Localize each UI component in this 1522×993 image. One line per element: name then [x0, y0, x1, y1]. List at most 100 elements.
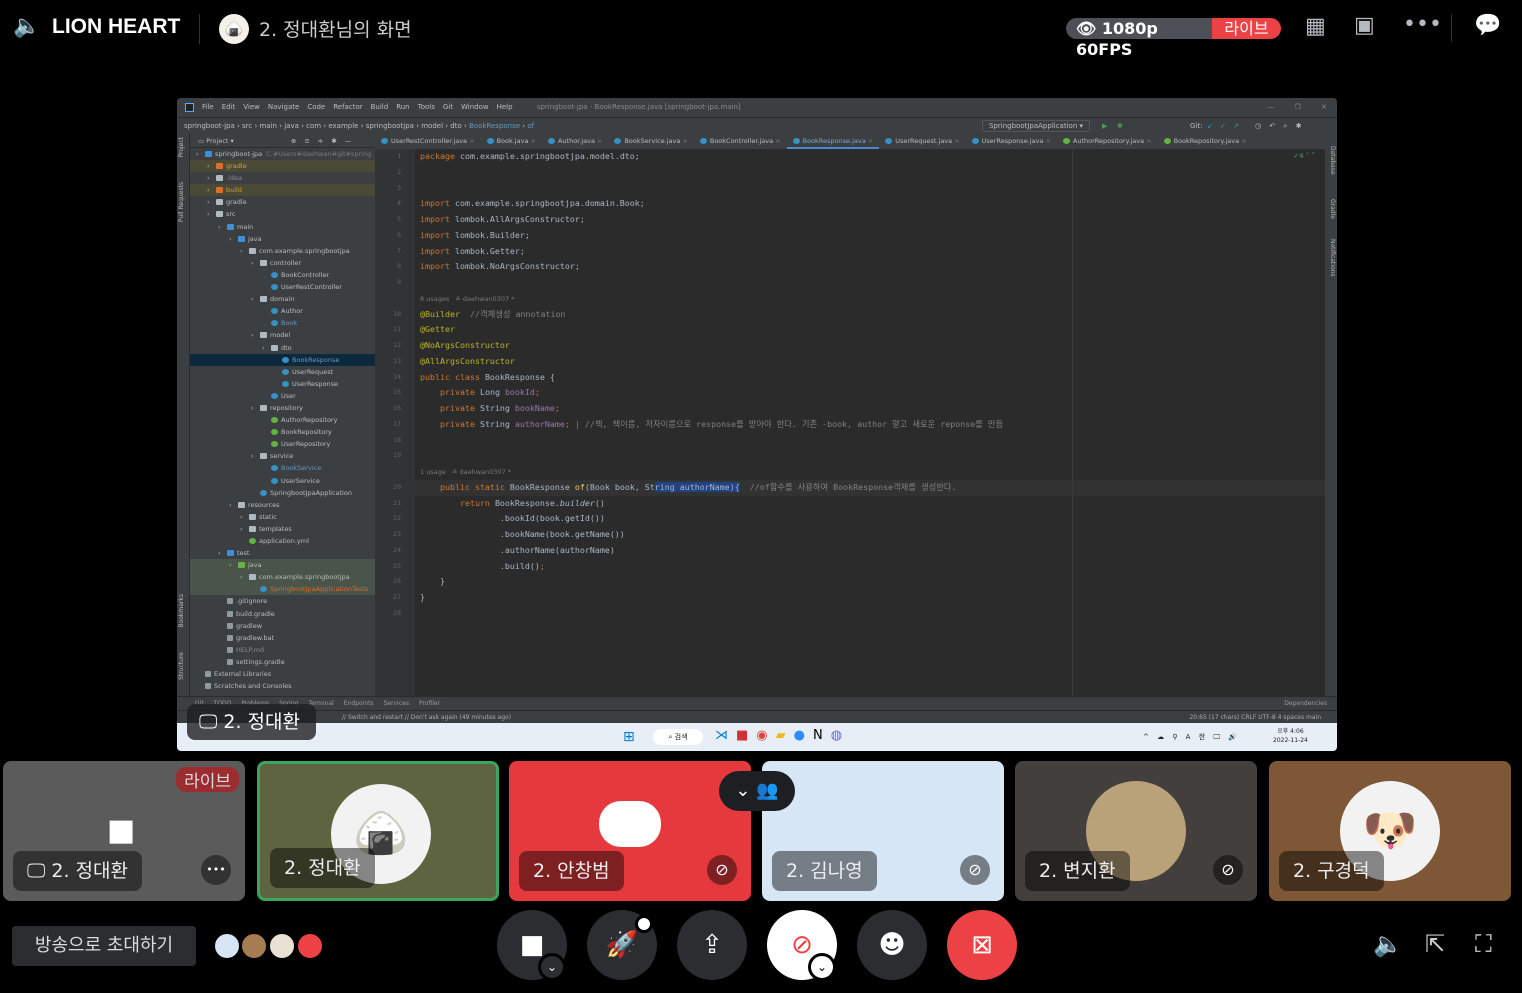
tree-item[interactable]: › repository	[190, 402, 375, 414]
chevron-icon[interactable]: ›	[218, 221, 223, 233]
tree-item[interactable]: › .idea	[190, 172, 375, 184]
tree-item[interactable]: BookController	[190, 269, 375, 281]
chevron-icon[interactable]: ›	[251, 293, 256, 305]
stop-stream-button[interactable]: ⊠	[947, 910, 1017, 980]
participant-tile[interactable]: 2. 변지환 ⊘	[1015, 761, 1257, 901]
side-tab-bookmarks[interactable]: Bookmarks	[178, 594, 188, 628]
menu-item[interactable]: Build	[371, 103, 389, 111]
tree-item[interactable]: External Libraries	[190, 668, 375, 680]
project-header[interactable]: ▭ Project ▾ ⊕ ≡ ≑ ✱ —	[190, 134, 375, 148]
tree-item[interactable]: › test	[190, 547, 375, 559]
tree-item[interactable]: UserResponse	[190, 378, 375, 390]
close-icon[interactable]: ×	[680, 137, 687, 145]
tab-bookservice[interactable]: BookService.java ×	[608, 134, 693, 149]
tree-item[interactable]: › src	[190, 208, 375, 220]
debug-icon[interactable]: ✱	[1117, 118, 1123, 134]
taskbar-apps[interactable]: ⋊■◉▰●N◍	[715, 728, 850, 743]
tree-item[interactable]: › java	[190, 233, 375, 245]
tree-item[interactable]: › springboot-jpa C:#Users#daehwan#git#spri…	[190, 148, 375, 160]
git-actions[interactable]: ↙ ✓ ↗	[1207, 118, 1239, 134]
tool-window-endpoints[interactable]: Endpoints	[344, 700, 374, 707]
volume-icon[interactable]: 🔈	[1373, 930, 1403, 958]
tree-item[interactable]: build.gradle	[190, 608, 375, 620]
tree-item[interactable]: › com.example.springbootjpa	[190, 245, 375, 257]
notion-icon[interactable]: N	[813, 728, 831, 743]
tab-bookrepository[interactable]: BookRepository.java ×	[1158, 134, 1253, 149]
tree-item[interactable]: › service	[190, 450, 375, 462]
tree-item[interactable]: › java	[190, 559, 375, 572]
chat-icon[interactable]: 💬	[1474, 13, 1501, 38]
more-button[interactable]: •••	[201, 855, 231, 885]
chevron-icon[interactable]: ›	[240, 511, 245, 523]
window-controls[interactable]: — ❐ ✕	[1267, 98, 1327, 117]
breadcrumb-item[interactable]: example	[328, 122, 358, 130]
tab-userrequest[interactable]: UserRequest.java ×	[879, 134, 965, 149]
chevron-icon[interactable]: ›	[196, 148, 201, 160]
close-icon[interactable]: ×	[952, 137, 959, 145]
tree-item[interactable]: › com.example.springbootjpa	[190, 571, 375, 584]
tab-book[interactable]: Book.java ×	[481, 134, 542, 149]
breadcrumb-item[interactable]: BookResponse	[469, 122, 520, 130]
share-screen-button[interactable]: ⇪	[677, 910, 747, 980]
taskbar-search[interactable]: ⌕ 검색	[653, 729, 703, 745]
popout-icon[interactable]: ⇱	[1425, 930, 1445, 958]
chevron-icon[interactable]: ›	[240, 571, 245, 583]
tree-item[interactable]: › controller	[190, 257, 375, 269]
participant-tile[interactable]: 2. 안창범 ⊘	[509, 761, 751, 901]
camera-options-button[interactable]: ⌄	[538, 953, 566, 981]
tree-item[interactable]: BookResponse	[190, 353, 375, 366]
tab-bookresponse[interactable]: BookResponse.java ×	[786, 134, 880, 149]
tree-item[interactable]: UserRequest	[190, 366, 375, 378]
tree-item[interactable]: › domain	[190, 293, 375, 305]
tab-authorrepository[interactable]: AuthorRepository.java ×	[1057, 134, 1158, 149]
breadcrumb-item[interactable]: springbootjpa	[366, 122, 414, 130]
participant-tile[interactable]: 2. 김나영 ⊘	[762, 761, 1004, 901]
participant-tile[interactable]: 🍙 2. 정대환	[257, 761, 499, 901]
chevron-icon[interactable]: ›	[240, 523, 245, 535]
right-tool-strip[interactable]: Database Gradle Notifications	[1325, 134, 1337, 696]
stream-view[interactable]: File Edit View Navigate Code Refactor Build Run…	[177, 98, 1337, 751]
grid-icon[interactable]: ▦	[1305, 14, 1326, 39]
run-config-select[interactable]: SpringbootJpaApplication ▾	[982, 120, 1091, 132]
chevron-icon[interactable]: ›	[207, 208, 212, 220]
chevron-icon[interactable]: ›	[218, 547, 223, 559]
breadcrumb-item[interactable]: com	[306, 122, 321, 130]
close-icon[interactable]: ×	[595, 137, 602, 145]
tree-item[interactable]: BookRepository	[190, 426, 375, 438]
code-editor[interactable]: ✓4 ˄ ˅ package com.example.springbootjpa…	[415, 149, 1325, 696]
menu-item[interactable]: Navigate	[268, 103, 299, 111]
tree-item[interactable]: › build	[190, 184, 375, 197]
inbox-icon[interactable]: ▣	[1354, 13, 1375, 38]
close-icon[interactable]: ×	[467, 137, 474, 145]
side-tab-gradle[interactable]: Gradle	[1326, 199, 1336, 219]
tree-item[interactable]: gradlew	[190, 620, 375, 632]
tree-item[interactable]: Author	[190, 305, 375, 317]
tab-bookcontroller[interactable]: BookController.java ×	[694, 134, 787, 149]
menu-item[interactable]: Git	[443, 103, 453, 111]
chevron-icon[interactable]: ›	[251, 450, 256, 462]
chevron-icon[interactable]: ›	[251, 402, 256, 414]
tree-item[interactable]: SpringbootJpaApplication	[190, 487, 375, 499]
menu-item[interactable]: Tools	[418, 103, 435, 111]
inspection-widget[interactable]: ✓4 ˄ ˅	[1293, 152, 1315, 160]
chrome-icon[interactable]: ◉	[756, 728, 775, 743]
menu-item[interactable]: Edit	[222, 103, 236, 111]
tree-item[interactable]: › resources	[190, 499, 375, 511]
windows-start-icon[interactable]: ⊞	[623, 729, 635, 745]
chevron-icon[interactable]: ›	[251, 257, 256, 269]
menu-item[interactable]: Window	[461, 103, 489, 111]
side-tab-structure[interactable]: Structure	[178, 652, 188, 680]
chevron-icon[interactable]: ›	[229, 559, 234, 571]
tab-userresponse[interactable]: UserResponse.java ×	[966, 134, 1057, 149]
menu-item[interactable]: Run	[396, 103, 409, 111]
tree-item[interactable]: gradlew.bat	[190, 632, 375, 644]
breadcrumb-item[interactable]: model	[421, 122, 443, 130]
menu-item[interactable]: Refactor	[333, 103, 362, 111]
side-tab-pull-requests[interactable]: Pull Requests	[178, 182, 188, 222]
participant-tile[interactable]: ■ 라이브 ••• 🖵 2. 정대환	[3, 761, 245, 901]
tree-item[interactable]: settings.gradle	[190, 656, 375, 668]
run-icon[interactable]: ▶	[1102, 118, 1107, 134]
menu-item[interactable]: File	[202, 103, 214, 111]
close-icon[interactable]: ×	[773, 137, 780, 145]
menu-item[interactable]: Code	[307, 103, 325, 111]
